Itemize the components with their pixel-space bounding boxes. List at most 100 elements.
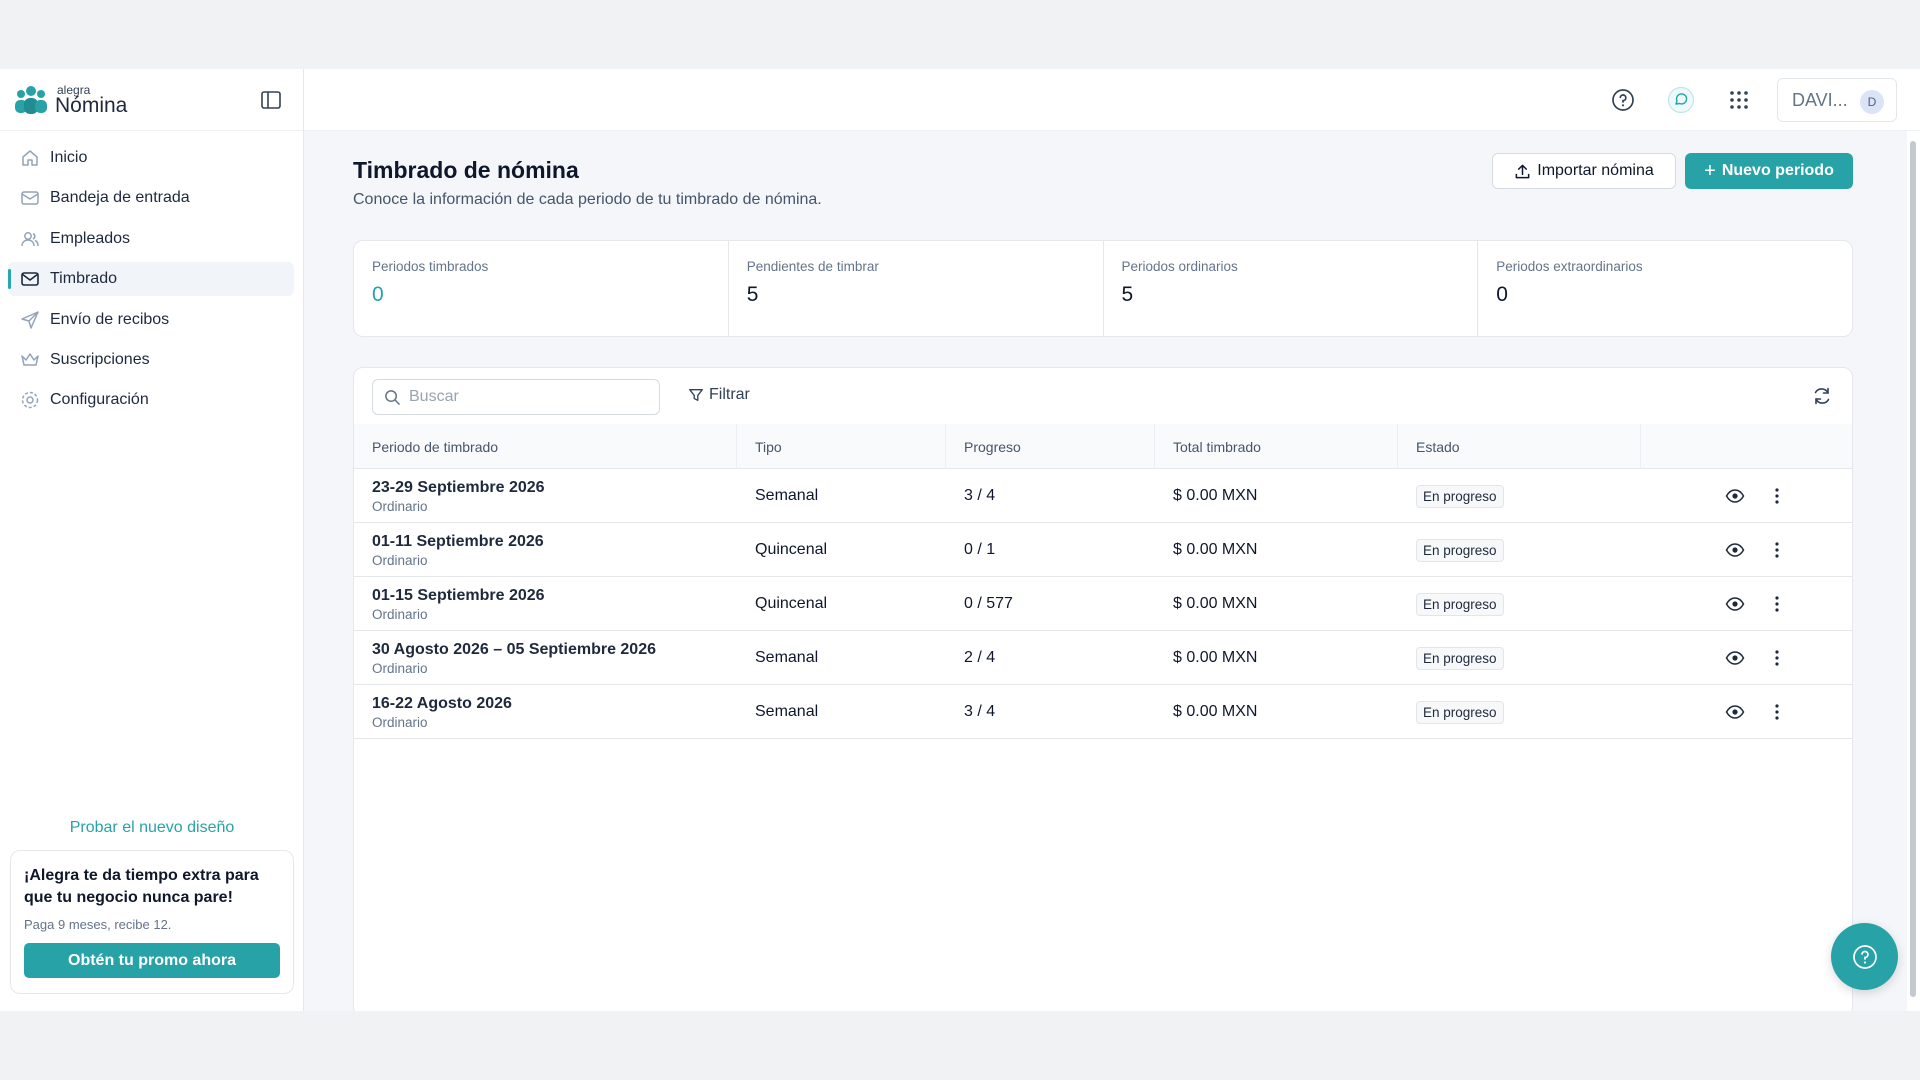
stat-label: Periodos extraordinarios — [1496, 259, 1643, 274]
promo-button[interactable]: Obtén tu promo ahora — [24, 943, 280, 978]
help-chat-button[interactable] — [1831, 923, 1898, 990]
period-name: 23-29 Septiembre 2026 — [372, 478, 545, 496]
sidebar-nav: Inicio Bandeja de entrada Empleados Timb… — [8, 141, 294, 424]
logo-product: Nómina — [55, 94, 128, 117]
period-cell: 16-22 Agosto 2026 Ordinario — [354, 685, 512, 739]
total-cell: $ 0.00 MXN — [1173, 595, 1258, 612]
stat-value: 0 — [372, 283, 384, 306]
sidebar-item-label: Inicio — [50, 149, 88, 166]
type-cell: Quincenal — [755, 595, 828, 612]
more-vertical-icon[interactable] — [1767, 486, 1787, 506]
table-row[interactable]: 01-11 Septiembre 2026 Ordinario Quincena… — [354, 523, 1852, 577]
plus-icon: + — [1704, 159, 1716, 182]
more-vertical-icon[interactable] — [1767, 594, 1787, 614]
progress-cell: 0 / 1 — [964, 541, 996, 558]
column-header-total[interactable]: Total timbrado — [1155, 424, 1398, 469]
column-header-tipo[interactable]: Tipo — [737, 424, 946, 469]
period-name: 16-22 Agosto 2026 — [372, 694, 512, 712]
eye-icon[interactable] — [1725, 648, 1745, 668]
period-kind: Ordinario — [372, 552, 428, 568]
page-subtitle: Conoce la información de cada periodo de… — [353, 191, 822, 208]
status-cell: En progreso — [1398, 577, 1504, 631]
app-window: alegra Nómina Inicio Bandeja de entrada — [0, 69, 1920, 1011]
refresh-icon[interactable] — [1811, 385, 1833, 407]
help-icon — [1852, 944, 1877, 969]
topbar: DAVI... D — [304, 69, 1920, 131]
sidebar-item-inicio[interactable]: Inicio — [8, 141, 294, 175]
search-input[interactable] — [409, 388, 649, 406]
page-scrollbar[interactable] — [1907, 131, 1920, 1011]
try-new-design-link[interactable]: Probar el nuevo diseño — [0, 819, 304, 837]
promo-subtitle: Paga 9 meses, recibe 12. — [24, 917, 172, 932]
help-icon[interactable] — [1609, 86, 1637, 114]
stat-value: 0 — [1496, 283, 1508, 306]
column-header-progreso[interactable]: Progreso — [946, 424, 1155, 469]
progress-cell: 3 / 4 — [964, 703, 996, 720]
total-cell: $ 0.00 MXN — [1173, 703, 1258, 720]
new-period-button[interactable]: + Nuevo periodo — [1685, 153, 1853, 189]
stat-label: Pendientes de timbrar — [746, 259, 879, 274]
chat-icon[interactable] — [1667, 86, 1695, 114]
sidebar-item-configuracion[interactable]: Configuración — [8, 383, 294, 417]
sidebar-item-label: Bandeja de entrada — [50, 189, 190, 207]
send-icon — [20, 310, 40, 330]
status-cell: En progreso — [1398, 631, 1504, 685]
eye-icon[interactable] — [1725, 486, 1745, 506]
sidebar-item-envio-recibos[interactable]: Envío de recibos — [8, 303, 294, 337]
more-vertical-icon[interactable] — [1767, 540, 1787, 560]
avatar: D — [1860, 90, 1884, 114]
total-cell: $ 0.00 MXN — [1173, 649, 1258, 666]
period-cell: 01-11 Septiembre 2026 Ordinario — [354, 523, 544, 577]
users-icon — [20, 229, 40, 249]
main-content: Timbrado de nómina Conoce la información… — [304, 131, 1907, 1011]
period-kind: Ordinario — [372, 498, 428, 514]
sidebar-item-label: Suscripciones — [50, 350, 150, 368]
status-badge: En progreso — [1416, 538, 1504, 562]
inbox-icon — [20, 188, 40, 208]
total-cell: $ 0.00 MXN — [1173, 541, 1258, 558]
apps-grid-icon[interactable] — [1725, 86, 1753, 114]
table-row[interactable]: 01-15 Septiembre 2026 Ordinario Quincena… — [354, 577, 1852, 631]
sidebar-collapse-icon[interactable] — [260, 89, 282, 111]
stat-ordinarios: Periodos ordinarios 5 — [1104, 241, 1479, 336]
scrollbar-thumb[interactable] — [1910, 141, 1916, 997]
status-badge: En progreso — [1416, 484, 1504, 508]
user-menu[interactable]: DAVI... D — [1777, 78, 1897, 122]
promo-title: ¡Alegra te da tiempo extra para que tu n… — [24, 867, 259, 906]
sidebar-item-suscripciones[interactable]: Suscripciones — [8, 343, 294, 377]
more-vertical-icon[interactable] — [1767, 702, 1787, 722]
column-header-periodo[interactable]: Periodo de timbrado — [354, 424, 737, 469]
stat-extraordinarios: Periodos extraordinarios 0 — [1478, 241, 1852, 336]
period-cell: 23-29 Septiembre 2026 Ordinario — [354, 469, 545, 523]
table-row[interactable]: 30 Agosto 2026 – 05 Septiembre 2026 Ordi… — [354, 631, 1852, 685]
status-badge: En progreso — [1416, 592, 1504, 616]
eye-icon[interactable] — [1725, 702, 1745, 722]
stats-card: Periodos timbrados 0 Pendientes de timbr… — [353, 240, 1853, 337]
period-cell: 30 Agosto 2026 – 05 Septiembre 2026 Ordi… — [354, 631, 656, 685]
filter-button[interactable]: Filtrar — [688, 386, 750, 404]
status-cell: En progreso — [1398, 685, 1504, 739]
sidebar-item-timbrado[interactable]: Timbrado — [8, 262, 294, 297]
column-header-estado[interactable]: Estado — [1398, 424, 1641, 469]
upload-icon — [1515, 164, 1530, 178]
more-vertical-icon[interactable] — [1767, 648, 1787, 668]
status-badge: En progreso — [1416, 646, 1504, 670]
sidebar-item-bandeja[interactable]: Bandeja de entrada — [8, 181, 294, 215]
type-cell: Semanal — [755, 703, 819, 720]
sidebar: alegra Nómina Inicio Bandeja de entrada — [0, 69, 304, 1011]
page-title: Timbrado de nómina — [353, 157, 579, 183]
eye-icon[interactable] — [1725, 540, 1745, 560]
bottom-band — [0, 1011, 1920, 1080]
table-row[interactable]: 16-22 Agosto 2026 Ordinario Semanal 3 / … — [354, 685, 1852, 739]
progress-cell: 0 / 577 — [964, 595, 1013, 612]
periods-table-card: Filtrar Periodo de timbrado Tipo Progres… — [353, 367, 1853, 1011]
eye-icon[interactable] — [1725, 594, 1745, 614]
search-box[interactable] — [372, 379, 660, 415]
sidebar-item-label: Timbrado — [50, 270, 117, 288]
table-row[interactable]: 23-29 Septiembre 2026 Ordinario Semanal … — [354, 469, 1852, 523]
import-payroll-button[interactable]: Importar nómina — [1492, 153, 1676, 189]
promo-card: ¡Alegra te da tiempo extra para que tu n… — [10, 850, 294, 994]
sidebar-item-empleados[interactable]: Empleados — [8, 222, 294, 256]
status-cell: En progreso — [1398, 469, 1504, 523]
new-period-label: Nuevo periodo — [1721, 162, 1834, 179]
